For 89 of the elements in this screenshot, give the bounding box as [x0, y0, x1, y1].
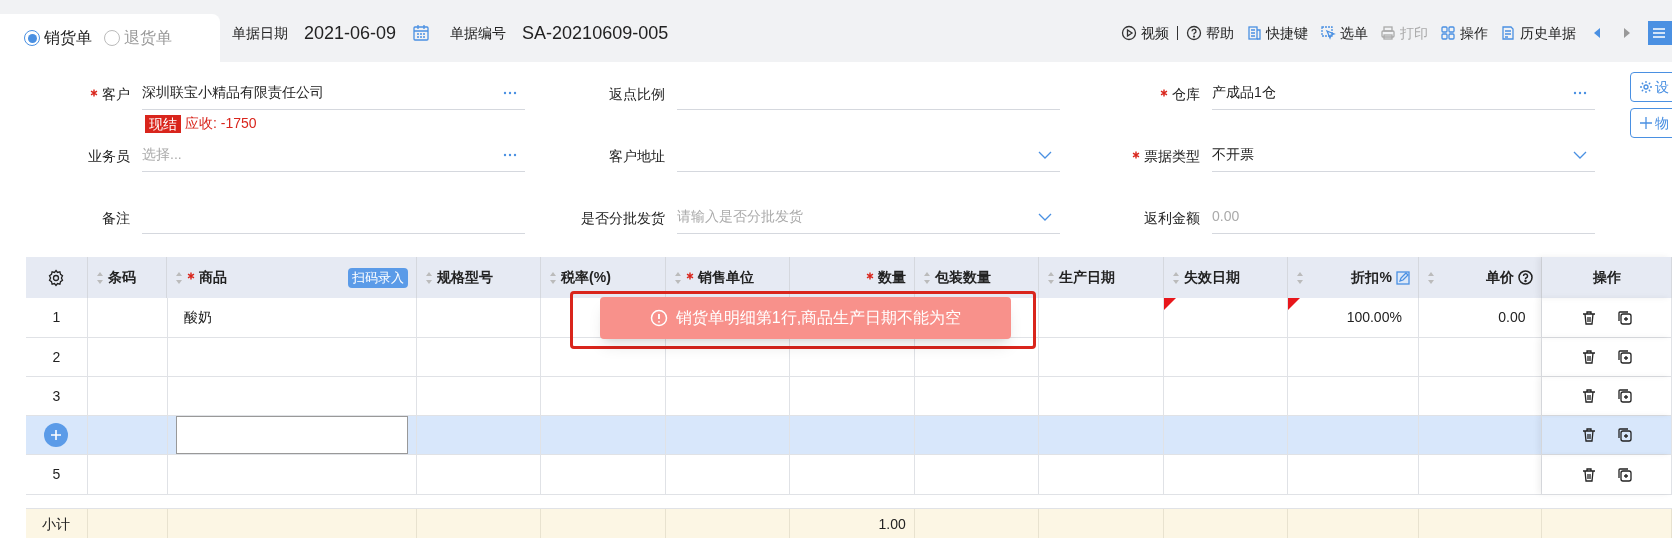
table-cell-text: 1.00 — [878, 514, 906, 534]
table-row[interactable]: 3 — [26, 377, 1672, 416]
field-label: 仓库 — [1172, 85, 1200, 104]
copy-add-icon — [1616, 349, 1633, 365]
document-icon — [1246, 25, 1262, 41]
row-number: 2 — [52, 347, 61, 367]
copy-add-icon — [1616, 466, 1633, 483]
status-badge: 现结 — [145, 114, 181, 133]
toast-message: 销货单明细第1行,商品生产日期不能为空 — [675, 308, 962, 328]
edit-icon — [1395, 270, 1410, 285]
column-header: 包装数量 — [934, 268, 991, 287]
side-button[interactable]: 设 — [1630, 72, 1672, 102]
toolbar-button[interactable]: 视频 — [1121, 22, 1169, 44]
delete-icon — [1580, 309, 1597, 326]
field-label: 单据编号 — [450, 23, 507, 43]
delete-icon — [1580, 349, 1597, 365]
field-value: SA-20210609-005 — [522, 21, 669, 45]
field-value: 2021-06-09 — [304, 21, 397, 45]
column-header: 规格型号 — [436, 268, 493, 287]
table-cell-text: 0.00 — [1498, 308, 1527, 327]
document-icon — [1500, 25, 1516, 41]
table-cell-text: 酸奶 — [182, 308, 212, 327]
column-header: 销售单位 — [697, 268, 754, 287]
toolbar-button[interactable]: 帮助 — [1186, 22, 1234, 44]
plus-icon — [50, 429, 63, 441]
field-label: 客户地址 — [609, 147, 665, 166]
grid-icon — [1440, 25, 1456, 41]
delete-icon — [1580, 427, 1597, 443]
table-row[interactable] — [26, 416, 1672, 455]
menu-button[interactable] — [1648, 21, 1672, 45]
help-icon — [1186, 25, 1202, 41]
receivable-text: 应收: -1750 — [185, 114, 257, 133]
field-label: 业务员 — [88, 147, 130, 166]
field-label: 票据类型 — [1144, 147, 1200, 166]
toolbar-button[interactable]: 操作 — [1440, 22, 1488, 44]
toolbar-button[interactable]: 快捷键 — [1246, 22, 1308, 44]
more-icon — [1573, 90, 1587, 95]
settings-icon — [1639, 80, 1653, 94]
copy-add-icon — [1616, 427, 1633, 443]
field-label: 是否分批发货 — [581, 209, 665, 228]
field-label: 客户 — [102, 85, 130, 104]
play-icon — [1121, 25, 1137, 41]
plus-icon — [1639, 116, 1653, 130]
input-field[interactable]: 产成品1仓 — [1212, 76, 1595, 110]
table-cell-text: 100.00% — [1346, 308, 1403, 327]
calendar-icon — [412, 24, 431, 42]
print-icon — [1380, 25, 1396, 41]
column-header: 失效日期 — [1183, 268, 1240, 287]
subtotal-label: 小计 — [42, 514, 71, 534]
column-header: 操作 — [1592, 268, 1621, 287]
column-header: 数量 — [877, 268, 906, 287]
input-field[interactable]: 深圳联宝小精品有限责任公司 — [142, 76, 525, 110]
column-header: 条码 — [107, 268, 136, 287]
menu-icon — [1652, 27, 1666, 39]
help-icon — [1518, 270, 1534, 285]
column-header: 折扣% — [1351, 268, 1392, 287]
row-number: 3 — [52, 386, 61, 406]
delete-icon — [1580, 388, 1597, 404]
more-icon — [503, 152, 517, 157]
column-header: 生产日期 — [1059, 268, 1116, 287]
table-row[interactable]: 2 — [26, 338, 1672, 377]
radio-option[interactable]: 销货单 — [24, 26, 92, 50]
chevron-down-icon — [1038, 212, 1052, 221]
input-field[interactable]: 不开票 — [1212, 138, 1595, 172]
copy-add-icon — [1616, 388, 1633, 404]
field-label: 返点比例 — [609, 85, 665, 104]
cursor-select-icon — [1320, 25, 1336, 41]
toolbar-button[interactable]: 历史单据 — [1500, 22, 1576, 44]
more-icon — [503, 90, 517, 95]
copy-add-icon — [1616, 309, 1633, 326]
input-field[interactable] — [175, 416, 408, 454]
chevron-down-icon — [1573, 150, 1587, 159]
next-arrow-icon — [1622, 26, 1632, 40]
toolbar-button[interactable]: 选单 — [1320, 22, 1368, 44]
row-number: 1 — [52, 308, 61, 327]
field-label: 返利金额 — [1144, 209, 1200, 228]
field-label: 备注 — [102, 209, 130, 228]
settings-icon — [47, 268, 66, 287]
add-row-button[interactable] — [44, 423, 69, 447]
chevron-down-icon — [1038, 150, 1052, 159]
delete-icon — [1580, 466, 1597, 483]
column-header: 单价 — [1486, 268, 1515, 287]
table-row[interactable]: 5 — [26, 455, 1672, 495]
warning-icon — [649, 309, 668, 327]
row-number: 5 — [52, 465, 61, 484]
previous-arrow-icon — [1592, 26, 1602, 40]
column-header: 商品 — [199, 268, 228, 287]
column-header: 税率(%) — [561, 268, 611, 287]
field-label: 单据日期 — [232, 23, 288, 43]
